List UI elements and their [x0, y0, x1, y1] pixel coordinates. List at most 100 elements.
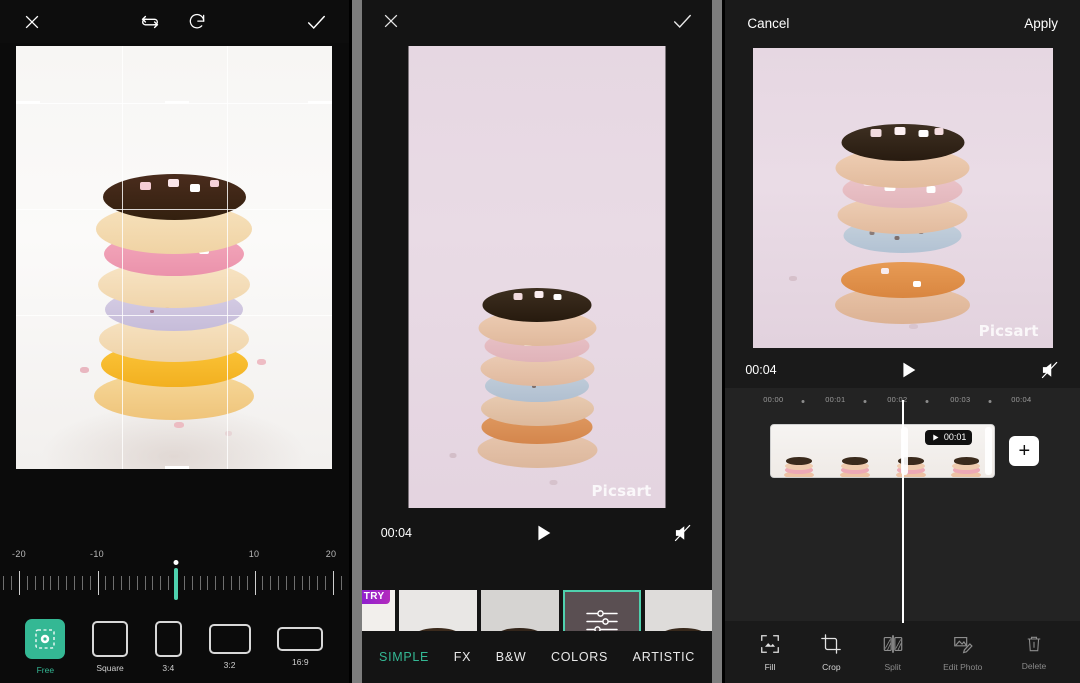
aspect-ratio-bar: Free Square 3:4 3:2 16:9 — [0, 611, 349, 683]
close-icon[interactable] — [22, 12, 42, 32]
rotate-right-icon[interactable] — [187, 12, 207, 32]
filter-playback-bar: 00:04 — [358, 512, 716, 554]
ruler-tick — [136, 576, 138, 590]
crop-icon — [820, 633, 842, 655]
ruler-tick — [254, 571, 256, 595]
timeline-label: 00:01 — [825, 395, 846, 404]
cancel-button[interactable]: Cancel — [747, 16, 789, 31]
tool-crop[interactable]: Crop — [820, 633, 842, 672]
ruler-tick — [278, 576, 280, 590]
picsart-watermark: Picsart — [591, 482, 652, 500]
crop-header — [0, 0, 349, 43]
timeline-playhead[interactable] — [902, 400, 905, 623]
clip-duration-badge: 00:01 — [924, 430, 973, 445]
ratio-option-free[interactable]: Free — [25, 619, 66, 675]
trash-icon — [1024, 634, 1044, 654]
video-timeline[interactable]: 00:00 00:01 00:02 00:03 00:04 00:01 + — [725, 388, 1080, 623]
checkmark-icon[interactable] — [671, 10, 693, 32]
close-icon[interactable] — [381, 11, 401, 31]
ruler-tick — [317, 576, 319, 590]
ruler-tick — [66, 576, 68, 590]
ruler-tick — [223, 576, 225, 590]
try-badge: TRY — [358, 590, 390, 604]
tab-simple[interactable]: SIMPLE — [379, 650, 429, 664]
flip-horizontal-icon[interactable] — [139, 11, 161, 33]
ruler-label: 20 — [325, 549, 337, 559]
picsart-watermark: Picsart — [978, 322, 1039, 340]
tab-colors[interactable]: COLORS — [551, 650, 608, 664]
tool-fill[interactable]: Fill — [759, 633, 781, 672]
ruler-tick — [105, 576, 107, 590]
ratio-option-3-2[interactable]: 3:2 — [208, 624, 251, 670]
add-clip-label: + — [1018, 440, 1031, 462]
ruler-tick — [238, 576, 240, 590]
timeline-tick-dot — [925, 400, 929, 403]
tool-label: Crop — [822, 661, 841, 672]
crop-panel: -20 -10 10 20 Free Square 3:4 3:2 16:9 — [0, 0, 349, 683]
crop-canvas[interactable] — [16, 46, 333, 469]
tool-delete[interactable]: Delete — [1021, 634, 1047, 671]
ruler-tick — [199, 576, 201, 590]
tool-label: Split — [884, 661, 901, 672]
timeline-label: 00:03 — [950, 395, 971, 404]
ruler-label: -10 — [90, 549, 104, 559]
timeline-tick-dot — [988, 400, 992, 403]
tool-edit-photo[interactable]: Edit Photo — [943, 633, 982, 672]
ruler-tick — [207, 576, 209, 590]
tool-label: Delete — [1021, 660, 1047, 671]
panel-divider-2 — [712, 0, 722, 683]
ruler-tick — [325, 576, 327, 590]
ruler-tick — [168, 576, 170, 590]
mute-icon[interactable] — [673, 523, 693, 543]
ruler-tick — [246, 576, 248, 590]
ruler-label: 10 — [248, 549, 260, 559]
ratio-option-3-4[interactable]: 3:4 — [154, 621, 182, 673]
mute-icon[interactable] — [1040, 360, 1060, 380]
fill-icon — [759, 633, 781, 655]
play-icon[interactable] — [532, 522, 554, 544]
ratio-option-16-9[interactable]: 16:9 — [277, 627, 324, 667]
ruler-tick — [270, 576, 272, 590]
ruler-tick — [160, 576, 162, 590]
ruler-tick — [89, 576, 91, 590]
add-clip-button[interactable]: + — [1009, 436, 1040, 466]
ruler-tick — [293, 576, 295, 590]
tab-bw[interactable]: B&W — [496, 650, 527, 664]
ruler-label: -20 — [12, 549, 26, 559]
play-icon[interactable] — [897, 359, 919, 381]
video-header: Cancel Apply — [725, 0, 1080, 46]
clip-duration-text: 00:01 — [943, 432, 967, 442]
ruler-tick — [215, 576, 217, 590]
ruler-tick — [144, 576, 146, 590]
rotation-ruler[interactable]: -20 -10 10 20 — [0, 549, 349, 607]
ruler-needle[interactable] — [174, 568, 178, 600]
ruler-tick — [42, 576, 44, 590]
playback-time: 00:04 — [380, 526, 412, 540]
ratio-label: 16:9 — [292, 657, 309, 667]
ratio-option-square[interactable]: Square — [92, 621, 129, 673]
tab-fx[interactable]: FX — [454, 650, 471, 664]
ruler-tick — [152, 576, 154, 590]
tool-split[interactable]: Split — [882, 633, 904, 672]
checkmark-icon[interactable] — [305, 11, 327, 33]
app-screenshot: -20 -10 10 20 Free Square 3:4 3:2 16:9 P… — [0, 0, 1080, 683]
video-clip[interactable]: 00:01 — [770, 424, 996, 478]
timeline-label: 00:02 — [887, 395, 908, 404]
video-playback-bar: 00:04 — [725, 352, 1080, 388]
clip-trim-handle-right[interactable] — [985, 427, 993, 475]
apply-button[interactable]: Apply — [1024, 16, 1058, 31]
ruler-tick — [34, 576, 36, 590]
square-shape-icon — [92, 621, 129, 657]
ruler-tick — [183, 576, 185, 590]
ruler-tick — [73, 576, 75, 590]
filter-category-tabs: SIMPLE FX B&W COLORS ARTISTIC — [358, 631, 716, 683]
timeline-tick-dot — [863, 400, 867, 403]
ruler-tick — [262, 576, 264, 590]
split-icon — [882, 633, 904, 655]
tab-artistic[interactable]: ARTISTIC — [633, 650, 695, 664]
filter-preview-image[interactable]: Picsart — [408, 46, 666, 508]
ruler-ticks — [0, 560, 349, 600]
ruler-center-dot — [173, 560, 179, 565]
portrait-shape-icon — [154, 621, 182, 657]
video-preview-image[interactable]: Picsart — [752, 48, 1053, 348]
